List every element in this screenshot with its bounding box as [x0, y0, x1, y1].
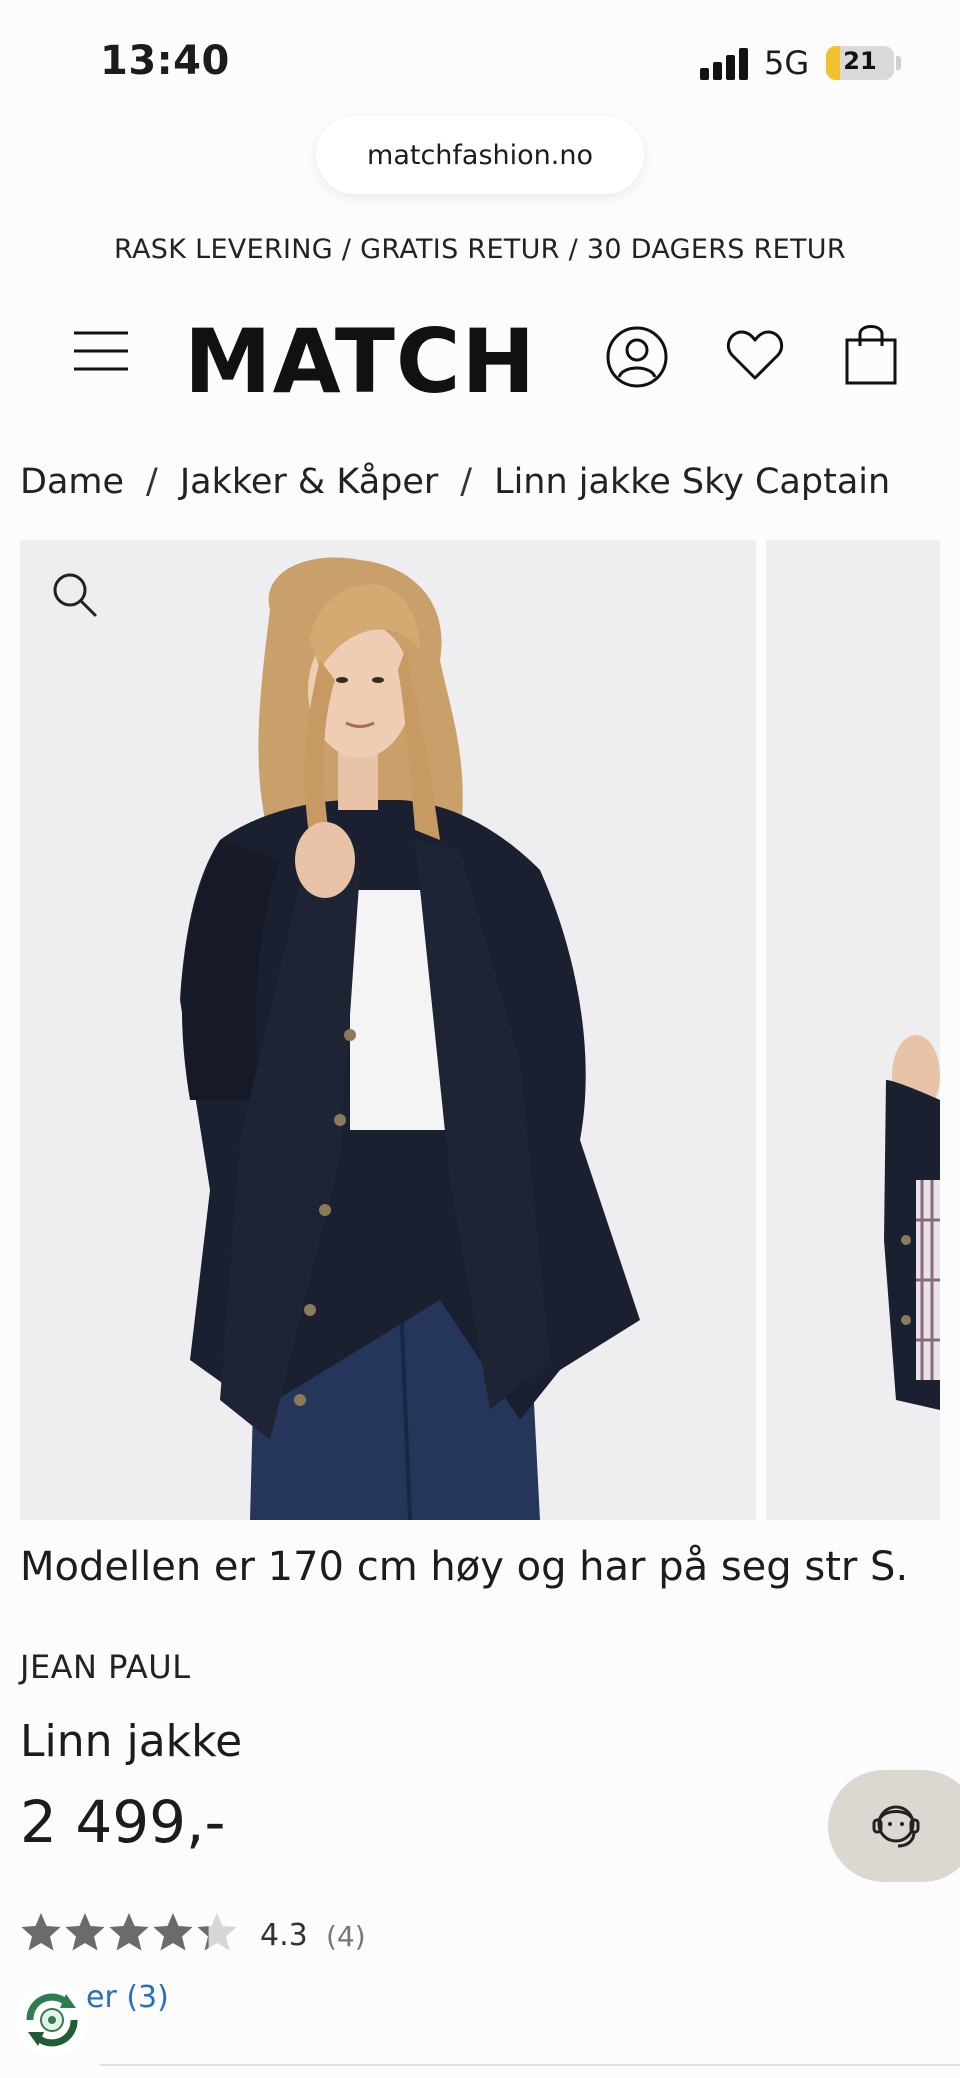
zoom-icon[interactable]: [50, 570, 98, 618]
account-icon[interactable]: [606, 326, 668, 388]
battery-level: 21: [843, 47, 877, 75]
star-icon: [153, 1913, 193, 1951]
support-agent-icon: [872, 1805, 920, 1848]
recycle-icon: [26, 1993, 78, 2047]
battery-icon: 21: [826, 46, 894, 80]
star-icon: [197, 1913, 237, 1951]
wishlist-icon[interactable]: [726, 328, 784, 382]
star-icon: [65, 1913, 105, 1951]
breadcrumb-item-current: Linn jakke Sky Captain: [494, 462, 891, 502]
logo[interactable]: MATCH: [184, 310, 536, 413]
menu-icon[interactable]: [74, 330, 128, 372]
signal-icon: [700, 48, 748, 80]
star-icon: [21, 1913, 61, 1951]
rating-count[interactable]: (4): [326, 1920, 366, 1953]
product-title: Linn jakke: [20, 1716, 243, 1767]
breadcrumb-item-jakker[interactable]: Jakker & Kåper: [180, 462, 438, 502]
breadcrumb-item-dame[interactable]: Dame: [20, 462, 124, 502]
breadcrumb-separator: /: [460, 462, 473, 502]
product-photo: [180, 557, 640, 1520]
rating-stars[interactable]: [20, 1912, 238, 1954]
product-price: 2 499,-: [20, 1788, 226, 1856]
promo-banner: RASK LEVERING / GRATIS RETUR / 30 DAGERS…: [114, 234, 846, 265]
model-size-note: Modellen er 170 cm høy og har på seg str…: [20, 1544, 909, 1590]
status-time: 13:40: [100, 38, 230, 84]
reviews-link[interactable]: er (3): [86, 1980, 169, 2015]
product-photo-next: [884, 1035, 940, 1410]
rating-value: 4.3: [260, 1918, 308, 1953]
product-brand[interactable]: JEAN PAUL: [20, 1648, 191, 1686]
breadcrumb: Dame / Jakker & Kåper / Linn jakke Sky C…: [20, 462, 890, 502]
breadcrumb-separator: /: [146, 462, 158, 502]
star-icon: [109, 1913, 149, 1951]
battery-tip: [896, 56, 901, 70]
divider: [100, 2064, 960, 2066]
url-text: matchfashion.no: [367, 139, 593, 171]
cart-icon[interactable]: [844, 322, 898, 386]
recycle-badge[interactable]: [16, 1984, 88, 2056]
product-image-next[interactable]: [766, 540, 940, 1520]
product-image-main[interactable]: [20, 540, 756, 1520]
network-type: 5G: [764, 44, 810, 82]
url-bar[interactable]: matchfashion.no: [316, 116, 644, 194]
